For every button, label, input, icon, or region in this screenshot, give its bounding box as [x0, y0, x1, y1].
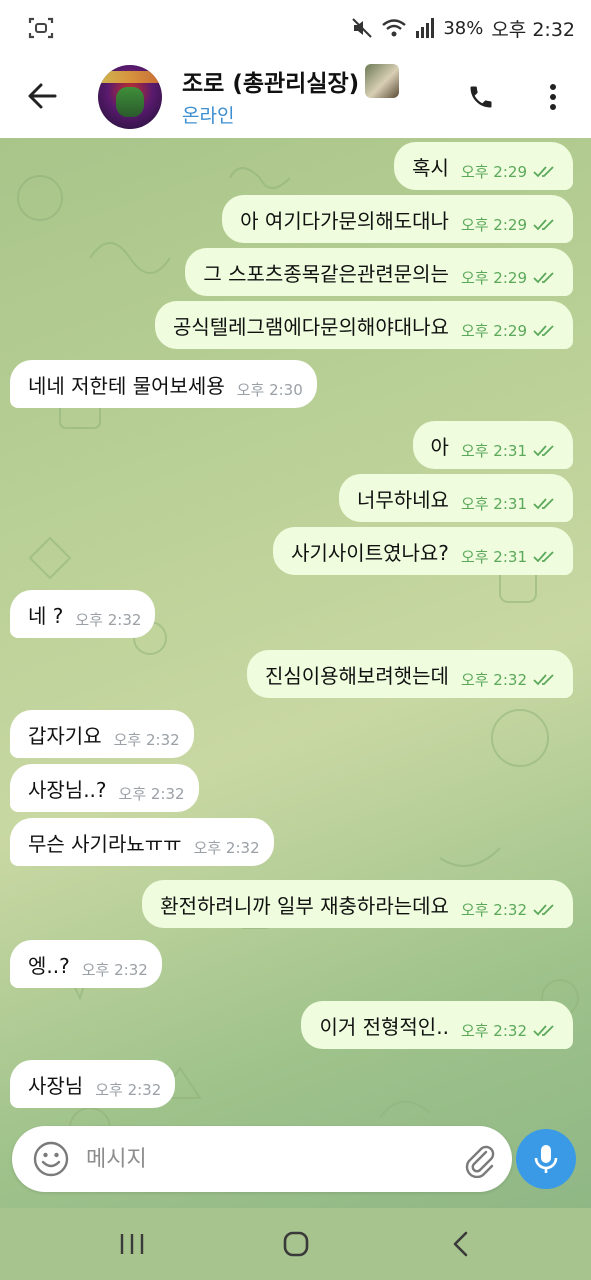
double-check-icon	[533, 445, 554, 457]
message-text: 네 ?	[28, 603, 64, 628]
system-nav-bar	[0, 1208, 591, 1280]
double-check-icon	[533, 498, 554, 510]
message-input[interactable]	[86, 1140, 446, 1178]
message-text: 사장님..?	[28, 777, 107, 802]
double-check-icon	[533, 904, 554, 916]
more-vert-icon	[550, 84, 556, 110]
message-text: 공식텔레그램에다문의해야대나요	[172, 314, 449, 339]
message-bubble-outgoing[interactable]: 아 오후 2:31	[412, 421, 573, 469]
message-time: 오후 2:32	[118, 784, 185, 803]
message-text: 이거 전형적인..	[319, 1014, 449, 1039]
double-check-icon	[533, 219, 554, 231]
message-time: 오후 2:32	[95, 1080, 162, 1099]
signal-icon	[416, 18, 435, 38]
message-text: 그 스포츠종목같은관련문의는	[203, 261, 449, 286]
message-time: 오후 2:32	[113, 730, 180, 749]
battery-percent: 38%	[443, 17, 484, 39]
contact-name: 조로 (총관리실장)	[182, 71, 360, 97]
double-check-icon	[533, 674, 554, 686]
message-bubble-incoming[interactable]: 사장님 오후 2:32	[10, 1060, 176, 1108]
mic-icon	[534, 1145, 558, 1173]
emoji-icon[interactable]	[32, 1140, 70, 1178]
message-bubble-outgoing[interactable]: 공식텔레그램에다문의해야대나요 오후 2:29	[154, 301, 573, 349]
status-bar: 38% 오후 2:32	[0, 0, 591, 56]
message-text: 네네 저한테 물어보세용	[28, 373, 225, 398]
message-text: 아	[430, 434, 449, 459]
message-bubble-incoming[interactable]: 네 ? 오후 2:32	[10, 590, 156, 638]
message-time: 오후 2:29	[460, 162, 527, 181]
message-list[interactable]: 혹시 오후 2:29 아 여기다가문의해도대나 오후 2:29 그 스포츠종목같…	[0, 138, 591, 1208]
more-options-button[interactable]	[536, 78, 570, 116]
chat-header: 조로 (총관리실장) 온라인	[0, 56, 591, 138]
screenshot-icon	[28, 17, 54, 39]
nav-back-icon[interactable]	[450, 1230, 472, 1258]
double-check-icon	[533, 166, 554, 178]
message-time: 오후 2:32	[460, 670, 527, 689]
message-bubble-outgoing[interactable]: 이거 전형적인.. 오후 2:32	[301, 1001, 573, 1049]
message-text: 무슨 사기라뇨ㅠㅠ	[28, 831, 182, 856]
message-text: 갑자기요	[28, 723, 102, 748]
message-bubble-outgoing[interactable]: 아 여기다가문의해도대나 오후 2:29	[222, 195, 573, 243]
phone-icon	[470, 86, 492, 108]
message-bubble-incoming[interactable]: 무슨 사기라뇨ㅠㅠ 오후 2:32	[10, 818, 274, 866]
message-text: 엥..?	[28, 953, 70, 978]
double-check-icon	[533, 551, 554, 563]
message-bubble-incoming[interactable]: 사장님..? 오후 2:32	[10, 764, 199, 812]
message-text: 아 여기다가문의해도대나	[240, 208, 449, 233]
presence-status: 온라인	[182, 105, 235, 127]
message-time: 오후 2:31	[460, 441, 527, 460]
message-text: 환전하려니까 일부 재충하라는데요	[160, 893, 449, 918]
message-time: 오후 2:32	[460, 1021, 527, 1040]
message-bubble-outgoing[interactable]: 혹시 오후 2:29	[394, 142, 573, 190]
message-bubble-incoming[interactable]: 네네 저한테 물어보세용 오후 2:30	[10, 360, 317, 408]
message-time: 오후 2:32	[460, 900, 527, 919]
nav-home-icon[interactable]	[282, 1230, 310, 1258]
mute-icon	[352, 18, 373, 38]
message-time: 오후 2:29	[460, 215, 527, 234]
message-bubble-outgoing[interactable]: 너무하네요 오후 2:31	[338, 474, 573, 522]
message-composer	[12, 1126, 512, 1192]
clock: 오후 2:32	[491, 18, 575, 41]
double-check-icon	[533, 1025, 554, 1037]
message-bubble-incoming[interactable]: 엥..? 오후 2:32	[10, 940, 162, 988]
avatar[interactable]	[98, 65, 162, 129]
wifi-icon	[382, 19, 407, 37]
name-sticker-image	[365, 64, 400, 98]
message-time: 오후 2:30	[236, 380, 303, 399]
message-bubble-outgoing[interactable]: 진심이용해보려햇는데 오후 2:32	[246, 650, 573, 698]
message-time: 오후 2:32	[81, 960, 148, 979]
message-text: 진심이용해보려햇는데	[264, 663, 449, 688]
message-bubble-outgoing[interactable]: 그 스포츠종목같은관련문의는 오후 2:29	[185, 248, 573, 296]
double-check-icon	[533, 325, 554, 337]
attach-icon[interactable]	[460, 1140, 498, 1178]
message-time: 오후 2:31	[460, 547, 527, 566]
message-bubble-outgoing[interactable]: 사기사이트였나요? 오후 2:31	[273, 527, 573, 575]
message-text: 사기사이트였나요?	[291, 540, 449, 565]
nav-recents-icon[interactable]	[118, 1232, 146, 1256]
message-text: 너무하네요	[356, 487, 449, 512]
message-time: 오후 2:32	[193, 838, 260, 857]
message-text: 사장님	[28, 1073, 84, 1098]
message-bubble-incoming[interactable]: 갑자기요 오후 2:32	[10, 710, 194, 758]
message-time: 오후 2:31	[460, 494, 527, 513]
voice-record-button[interactable]	[516, 1129, 576, 1189]
message-time: 오후 2:29	[460, 321, 527, 340]
message-time: 오후 2:29	[460, 268, 527, 287]
call-button[interactable]	[462, 78, 500, 116]
message-time: 오후 2:32	[75, 610, 142, 629]
back-arrow-icon	[28, 83, 57, 109]
message-bubble-outgoing[interactable]: 환전하려니까 일부 재충하라는데요 오후 2:32	[142, 880, 573, 928]
double-check-icon	[533, 272, 554, 284]
back-button[interactable]	[22, 76, 62, 116]
message-text: 혹시	[412, 155, 449, 180]
contact-name-row[interactable]: 조로 (총관리실장)	[182, 64, 400, 98]
